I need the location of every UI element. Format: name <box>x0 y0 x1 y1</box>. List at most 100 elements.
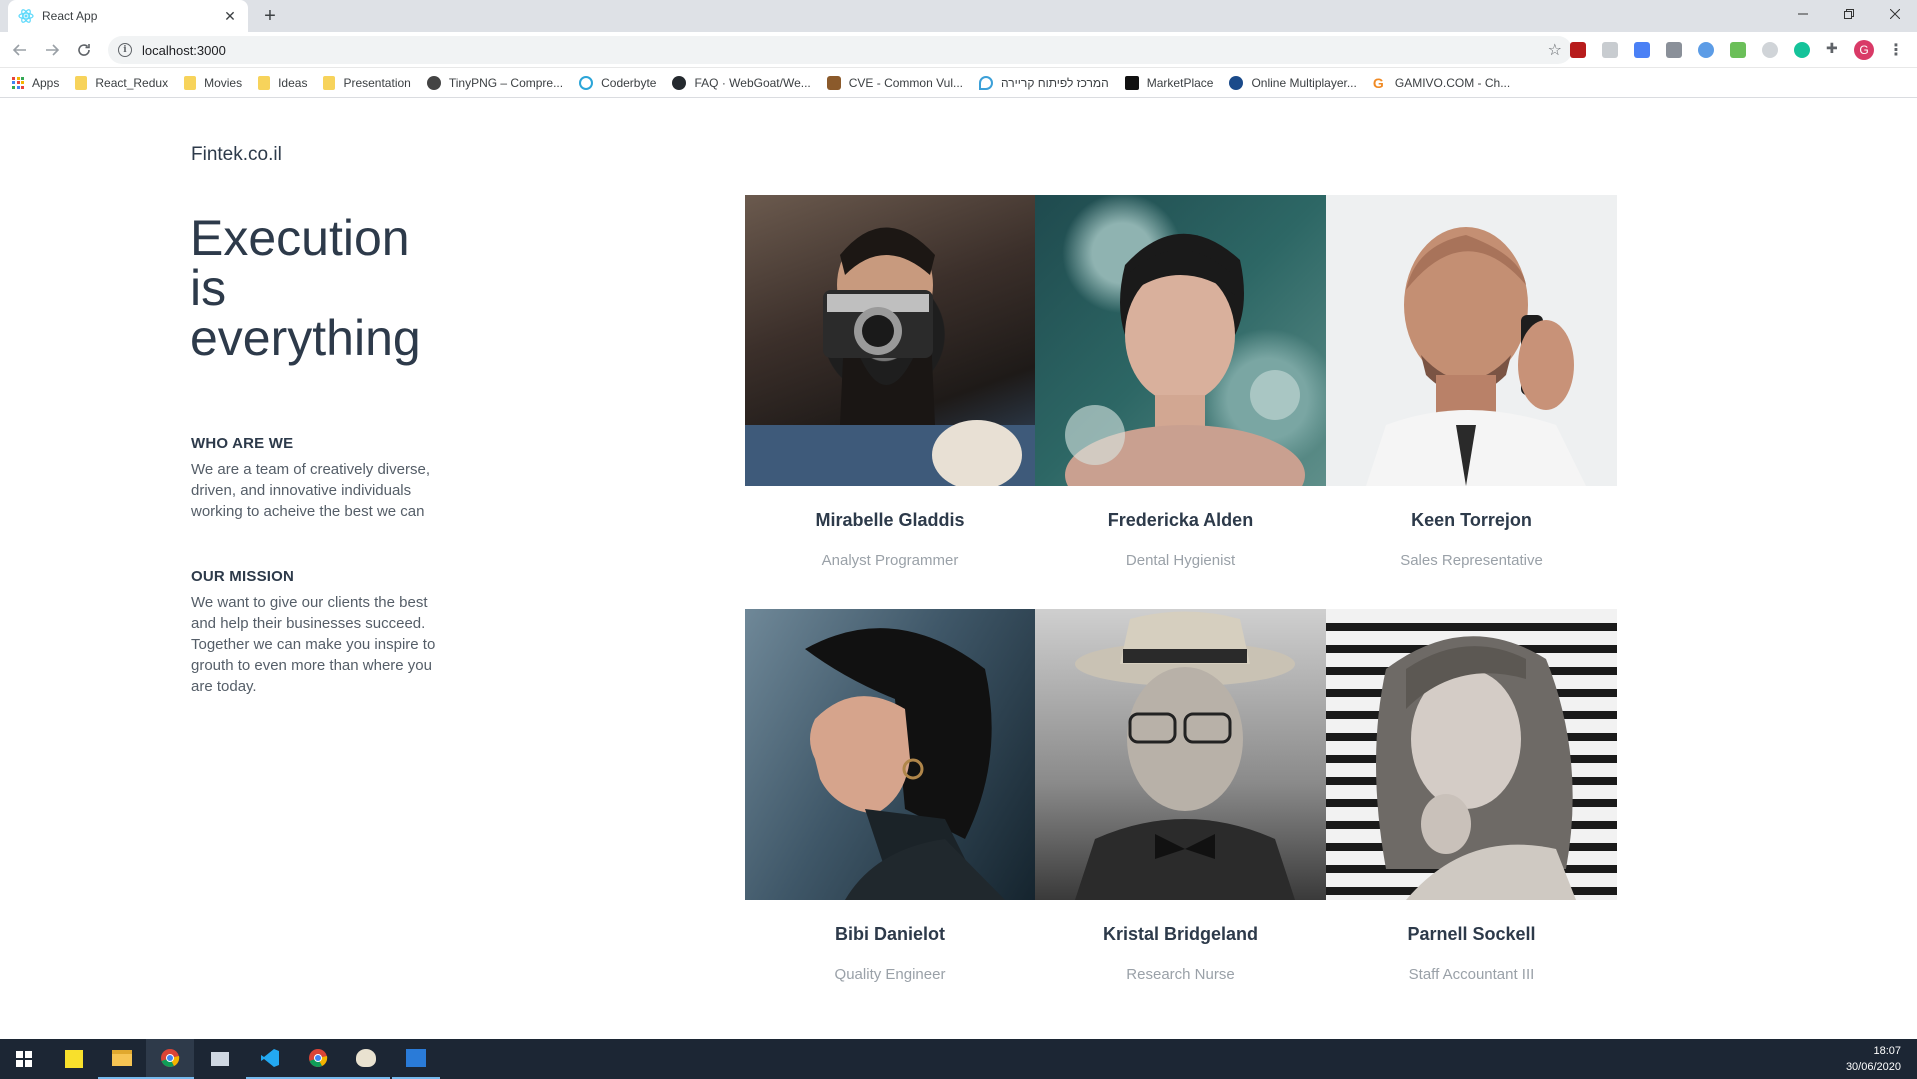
team-photo <box>1326 195 1617 486</box>
site-brand[interactable]: Fintek.co.il <box>191 144 282 166</box>
team-member-name: Kristal Bridgeland <box>1102 924 1259 944</box>
forward-arrow-icon[interactable] <box>40 38 64 62</box>
extension-icon[interactable] <box>1730 42 1746 58</box>
team-card: Bibi Danielot Quality Engineer <box>745 609 1035 1023</box>
bookmark-folder-presentation[interactable]: Presentation <box>323 75 411 90</box>
tab-title: React App <box>42 9 98 23</box>
team-member-role: Dental Hygienist <box>1125 552 1236 569</box>
system-clock[interactable]: 18:07 30/06/2020 <box>1846 1043 1901 1075</box>
close-window-button[interactable] <box>1872 0 1917 28</box>
bookmark-label: Apps <box>32 75 60 90</box>
bookmark-label: CVE - Common Vul... <box>848 75 964 90</box>
team-member-name: Keen Torrejon <box>1411 510 1532 530</box>
who-are-we-text: We are a team of creatively diverse, dri… <box>191 461 430 520</box>
cve-icon <box>826 75 841 90</box>
windows-taskbar: 18:07 30/06/2020 <box>0 1039 1917 1079</box>
back-arrow-icon[interactable] <box>8 38 32 62</box>
bookmark-online-multiplayer[interactable]: Online Multiplayer... <box>1229 75 1357 90</box>
marketplace-icon <box>1124 75 1139 90</box>
folder-icon <box>323 75 336 90</box>
team-member-name: Bibi Danielot <box>834 924 945 944</box>
translate-extension-icon[interactable] <box>1634 42 1650 58</box>
extension-icon[interactable] <box>1666 42 1682 58</box>
team-card: Fredericka Alden Dental Hygienist <box>1035 195 1326 609</box>
puzzle-extensions-icon[interactable]: ✚ <box>1826 40 1842 56</box>
team-card: Kristal Bridgeland Research Nurse <box>1035 609 1326 1023</box>
gamivo-icon: G <box>1372 74 1384 91</box>
career-center-icon <box>979 75 994 90</box>
team-member-role: Staff Accountant III <box>1408 966 1535 983</box>
hero-heading: Execution is everything <box>190 213 490 363</box>
site-info-icon[interactable]: i <box>118 43 132 57</box>
bookmarks-bar: Apps React_Redux Movies Ideas Presentati… <box>0 68 1917 98</box>
multiplayer-icon <box>1229 75 1244 90</box>
extension-icon[interactable] <box>1602 42 1618 58</box>
minimize-button[interactable] <box>1780 0 1826 28</box>
new-tab-button[interactable]: + <box>258 4 282 28</box>
bookmark-marketplace[interactable]: MarketPlace <box>1124 75 1214 90</box>
start-icon[interactable] <box>0 1039 48 1079</box>
extension-icon[interactable] <box>1762 42 1778 58</box>
bookmark-label: Ideas <box>278 75 308 90</box>
hero-line: everything <box>190 310 421 366</box>
reload-icon[interactable] <box>72 38 96 62</box>
team-photo <box>1035 609 1326 900</box>
team-grid: Mirabelle Gladdis Analyst Programmer Fre… <box>745 195 1617 1023</box>
bookmark-label: Online Multiplayer... <box>1251 75 1357 90</box>
team-card: Keen Torrejon Sales Representative <box>1326 195 1617 609</box>
bookmark-folder-react-redux[interactable]: React_Redux <box>75 75 168 90</box>
bookmark-label: המרכז לפיתוח קריירה <box>1001 75 1109 90</box>
bookmark-label: MarketPlace <box>1146 75 1214 90</box>
photos-icon[interactable] <box>392 1039 440 1079</box>
browser-toolbar: i localhost:3000 ☆ ✚ G ⋮ <box>0 32 1917 68</box>
folder-icon <box>75 75 88 90</box>
apps-grid-icon <box>12 76 24 89</box>
close-tab-icon[interactable]: ✕ <box>222 8 238 24</box>
team-member-role: Quality Engineer <box>834 966 946 983</box>
bookmark-label: TinyPNG – Compre... <box>448 75 564 90</box>
acrobat-extension-icon[interactable] <box>1570 42 1586 58</box>
profile-avatar[interactable]: G <box>1854 40 1874 60</box>
sticky-notes-icon[interactable] <box>50 1039 98 1079</box>
team-card: Parnell Sockell Staff Accountant III <box>1326 609 1617 1023</box>
address-bar[interactable]: i localhost:3000 ☆ <box>108 36 1572 64</box>
file-explorer-icon[interactable] <box>98 1039 146 1079</box>
clock-date: 30/06/2020 <box>1845 1061 1901 1073</box>
bookmark-tinypng[interactable]: TinyPNG – Compre... <box>426 75 564 90</box>
grammarly-extension-icon[interactable] <box>1794 42 1810 58</box>
bookmark-apps[interactable]: Apps <box>12 76 59 90</box>
bookmark-cve[interactable]: CVE - Common Vul... <box>826 75 964 90</box>
coderbyte-icon <box>579 75 594 90</box>
browser-tab[interactable]: React App ✕ <box>8 0 248 32</box>
chrome-menu-icon[interactable]: ⋮ <box>1888 40 1904 60</box>
clock-time: 18:07 <box>1873 1045 1901 1057</box>
restore-button[interactable] <box>1826 0 1872 28</box>
bookmark-webgoat-faq[interactable]: FAQ · WebGoat/We... <box>672 75 811 90</box>
bookmark-star-icon[interactable]: ☆ <box>1548 40 1562 60</box>
team-photo <box>1035 195 1326 486</box>
panda-icon <box>426 75 441 90</box>
team-member-role: Research Nurse <box>1126 966 1235 983</box>
chrome-icon[interactable] <box>294 1039 342 1079</box>
team-photo <box>1326 609 1617 900</box>
store-icon[interactable] <box>196 1039 244 1079</box>
team-photo <box>745 609 1035 900</box>
bookmark-gamivo[interactable]: G GAMIVO.COM - Ch... <box>1373 76 1510 90</box>
team-member-role: Analyst Programmer <box>821 552 959 569</box>
team-member-name: Parnell Sockell <box>1407 924 1536 944</box>
chrome-icon[interactable] <box>146 1039 194 1079</box>
bookmark-folder-ideas[interactable]: Ideas <box>258 75 308 90</box>
bookmark-folder-movies[interactable]: Movies <box>184 75 242 90</box>
url-text: localhost:3000 <box>142 42 226 58</box>
bookmark-label: GAMIVO.COM - Ch... <box>1394 75 1511 90</box>
bookmark-coderbyte[interactable]: Coderbyte <box>579 75 656 90</box>
paint-icon[interactable] <box>342 1039 390 1079</box>
folder-icon <box>258 75 271 90</box>
github-icon <box>672 75 687 90</box>
bookmark-career-center[interactable]: המרכז לפיתוח קריירה <box>979 75 1109 90</box>
who-are-we-heading: WHO ARE WE <box>191 435 294 452</box>
extension-icon[interactable] <box>1698 42 1714 58</box>
team-member-name: Fredericka Alden <box>1107 510 1254 530</box>
vscode-icon[interactable] <box>246 1039 294 1079</box>
hero-line: is <box>190 260 227 316</box>
